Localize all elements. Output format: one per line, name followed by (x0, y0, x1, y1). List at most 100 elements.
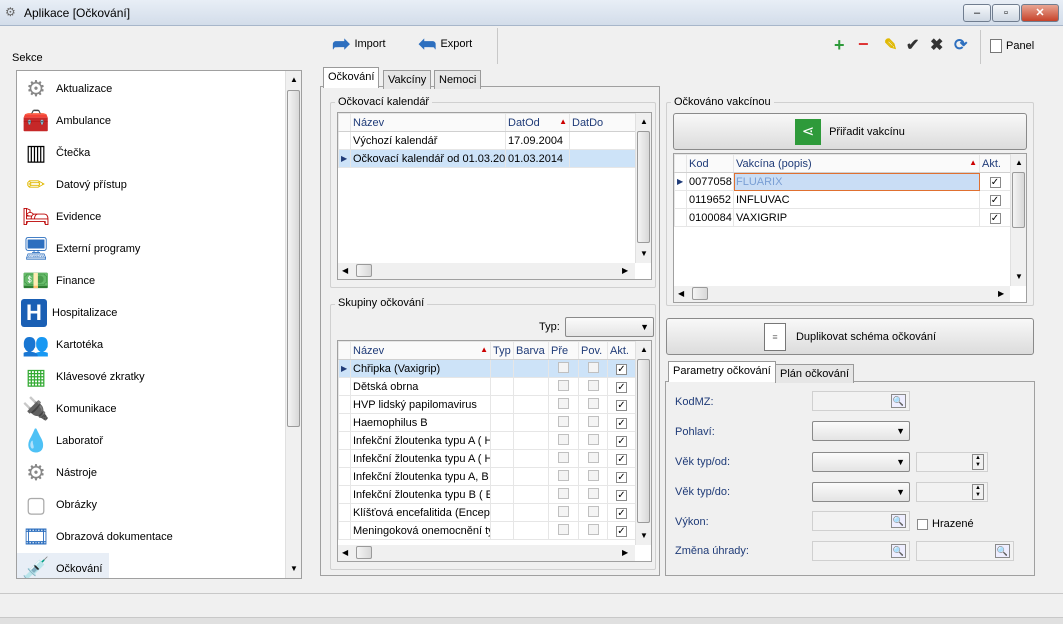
table-row[interactable]: 0100084 VAXIGRIP ✓ (674, 208, 1011, 227)
column-header-datdo[interactable]: DatDo (569, 113, 636, 132)
akt-checkbox[interactable]: ✓ (616, 489, 627, 501)
group-akt-cell[interactable]: ✓ (607, 503, 636, 522)
vaccine-active-cell[interactable]: ✓ (979, 172, 1011, 191)
sidebar-item-evidence[interactable]: 🛏 Evidence (17, 201, 285, 233)
vaccine-hscroll-thumb[interactable] (692, 287, 708, 300)
hrazene-checkbox[interactable] (917, 518, 928, 530)
pov-checkbox[interactable] (587, 415, 599, 427)
hrazene-checkbox-row[interactable]: Hrazené (917, 518, 974, 530)
column-header-pre[interactable]: Pře (548, 341, 579, 360)
vek-do-spinner[interactable]: ▲ ▼ (916, 482, 988, 502)
table-row[interactable]: Infekční žloutenka typu A ( H ✓ (338, 431, 636, 450)
search-icon[interactable]: 🔍 (891, 544, 906, 558)
active-checkbox[interactable]: ✓ (989, 212, 1001, 224)
pov-checkbox[interactable] (587, 361, 599, 373)
groups-hscroll-thumb[interactable] (356, 546, 372, 559)
sidebar-item-obrázky[interactable]: ▢ Obrázky (17, 489, 285, 521)
column-header-akt[interactable]: Akt. (979, 154, 1011, 173)
minimize-button[interactable]: – (963, 4, 991, 22)
pre-checkbox[interactable] (558, 415, 569, 427)
column-header-typ[interactable]: Typ (490, 341, 514, 360)
vaccine-hscroll[interactable]: ◀ ▶ (674, 286, 1010, 302)
pov-checkbox[interactable] (587, 379, 599, 391)
group-pre-cell[interactable] (548, 359, 579, 378)
akt-checkbox[interactable]: ✓ (616, 471, 627, 483)
group-pov-cell[interactable] (578, 449, 608, 468)
maximize-button[interactable]: ▫ (992, 4, 1020, 22)
table-row[interactable]: ▶ 0077058 FLUARIX ✓ (674, 172, 1011, 191)
column-header-datod[interactable]: DatOd ▲ (505, 113, 570, 132)
table-row[interactable]: Infekční žloutenka typu B ( E ✓ (338, 485, 636, 504)
search-icon[interactable]: 🔍 (995, 544, 1010, 558)
group-pre-cell[interactable] (548, 395, 579, 414)
sidebar-item-hospitalizace[interactable]: H Hospitalizace (17, 297, 285, 329)
tab-vakciny[interactable]: Vakcíny (383, 70, 432, 89)
pov-checkbox[interactable] (587, 487, 599, 499)
group-akt-cell[interactable]: ✓ (607, 413, 636, 432)
akt-checkbox[interactable]: ✓ (616, 399, 627, 411)
refresh-icon[interactable]: ⟳ (954, 38, 967, 54)
confirm-check-icon[interactable]: ✔ (906, 38, 919, 54)
vek-od-spinner[interactable]: ▲ ▼ (916, 452, 988, 472)
akt-checkbox[interactable]: ✓ (616, 363, 627, 375)
pre-checkbox[interactable] (558, 469, 569, 481)
pohlavi-combo[interactable]: ▼ (812, 421, 910, 441)
pre-checkbox[interactable] (558, 361, 569, 373)
export-button[interactable]: ➦ Export (418, 31, 472, 56)
vaccine-vscroll[interactable]: ▲ ▼ (1010, 154, 1026, 286)
column-header-akt[interactable]: Akt. (607, 341, 636, 360)
group-pov-cell[interactable] (578, 485, 608, 504)
kodmz-field[interactable]: 🔍 (812, 391, 910, 411)
groups-vscroll-thumb[interactable] (637, 359, 650, 523)
column-header-pov[interactable]: Pov. (578, 341, 608, 360)
pre-checkbox[interactable] (558, 487, 569, 499)
sidebar-item-nástroje[interactable]: ⚙ Nástroje (17, 457, 285, 489)
search-icon[interactable]: 🔍 (891, 514, 906, 528)
group-pre-cell[interactable] (548, 431, 579, 450)
pre-checkbox[interactable] (558, 451, 569, 463)
group-akt-cell[interactable]: ✓ (607, 485, 636, 504)
table-row[interactable]: HVP lidský papilomavirus ✓ (338, 395, 636, 414)
table-row[interactable]: Haemophilus B ✓ (338, 413, 636, 432)
vaccine-active-cell[interactable]: ✓ (979, 208, 1011, 227)
assign-vaccine-button[interactable]: ⋖ Přiřadit vakcínu (673, 113, 1027, 150)
group-akt-cell[interactable]: ✓ (607, 449, 636, 468)
panel-button[interactable]: Panel (990, 39, 1034, 53)
sidebar-item-laboratoř[interactable]: 💧 Laboratoř (17, 425, 285, 457)
spinner-arrows-icon[interactable]: ▲ ▼ (972, 454, 984, 470)
akt-checkbox[interactable]: ✓ (616, 525, 627, 537)
akt-checkbox[interactable]: ✓ (616, 453, 627, 465)
pov-checkbox[interactable] (587, 505, 599, 517)
akt-checkbox[interactable]: ✓ (616, 507, 627, 519)
group-pre-cell[interactable] (548, 467, 579, 486)
group-pov-cell[interactable] (578, 431, 608, 450)
group-pre-cell[interactable] (548, 485, 579, 504)
group-pov-cell[interactable] (578, 359, 608, 378)
tab-parametry[interactable]: Parametry očkování (668, 361, 776, 382)
akt-checkbox[interactable]: ✓ (616, 435, 627, 447)
akt-checkbox[interactable]: ✓ (616, 381, 627, 393)
group-pre-cell[interactable] (548, 521, 579, 540)
group-akt-cell[interactable]: ✓ (607, 395, 636, 414)
vek-od-type-combo[interactable]: ▼ (812, 452, 910, 472)
close-button[interactable]: ✕ (1021, 4, 1059, 22)
pre-checkbox[interactable] (558, 397, 569, 409)
pre-checkbox[interactable] (558, 523, 569, 535)
vykon-field[interactable]: 🔍 (812, 511, 910, 531)
group-pre-cell[interactable] (548, 503, 579, 522)
table-row[interactable]: Infekční žloutenka typu A, B ✓ (338, 467, 636, 486)
remove-icon[interactable]: − (858, 35, 869, 53)
group-pov-cell[interactable] (578, 395, 608, 414)
tab-nemoci[interactable]: Nemoci (434, 70, 482, 89)
group-pre-cell[interactable] (548, 449, 579, 468)
group-akt-cell[interactable]: ✓ (607, 521, 636, 540)
groups-vscroll[interactable]: ▲ ▼ (635, 341, 651, 545)
pov-checkbox[interactable] (587, 523, 599, 535)
group-akt-cell[interactable]: ✓ (607, 467, 636, 486)
table-row[interactable]: Dětská obrna ✓ (338, 377, 636, 396)
sidebar-item-klávesové-zkratky[interactable]: ▦ Klávesové zkratky (17, 361, 285, 393)
add-icon[interactable]: + (834, 36, 845, 54)
duplicate-schema-button[interactable]: ≡ Duplikovat schéma očkování (666, 318, 1034, 355)
pre-checkbox[interactable] (558, 505, 569, 517)
sidebar-item-datový-přístup[interactable]: ✏ Datový přístup (17, 169, 285, 201)
